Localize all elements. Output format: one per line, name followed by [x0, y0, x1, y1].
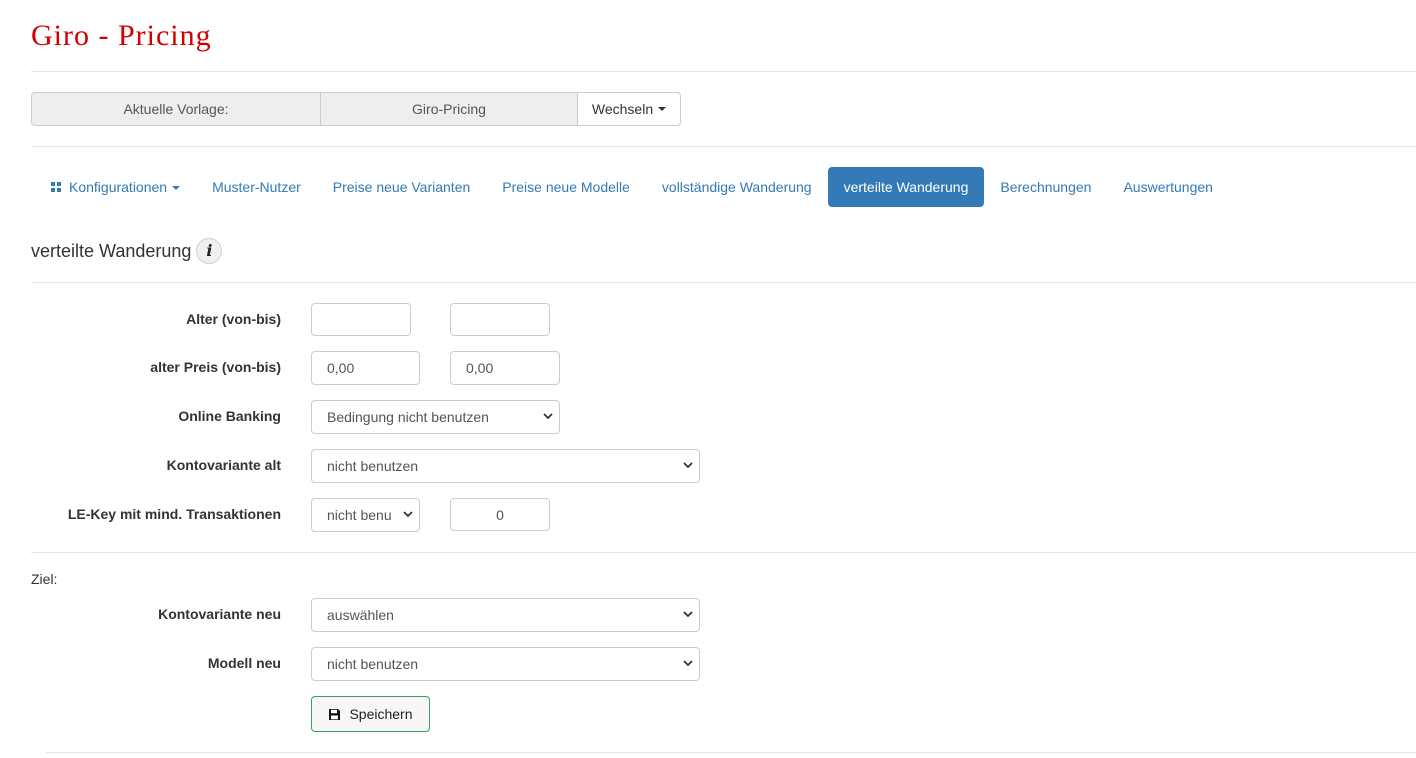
- page-title: verteilte Wanderung i: [31, 238, 223, 264]
- le-key-label: LE-Key mit mind. Transaktionen: [67, 506, 281, 522]
- nav-item-verteilte-wanderung[interactable]: verteilte Wanderung: [827, 167, 985, 207]
- info-icon[interactable]: i: [196, 238, 223, 264]
- age-label: Alter (von-bis): [186, 311, 281, 327]
- age-to-input[interactable]: [450, 303, 550, 336]
- divider: [31, 282, 1416, 283]
- floppy-disk-icon: [328, 708, 341, 721]
- nav-item-auswertungen[interactable]: Auswertungen: [1107, 167, 1229, 207]
- chevron-down-icon: [683, 461, 693, 469]
- le-key-transactions-input[interactable]: 0: [450, 498, 550, 531]
- divider: [31, 552, 1416, 553]
- age-from-input[interactable]: [311, 303, 411, 336]
- caret-down-icon: [658, 107, 667, 111]
- le-key-select-value: nicht benu: [327, 507, 392, 523]
- old-price-to-input[interactable]: 0,00: [450, 351, 560, 385]
- nav-item-berechnungen[interactable]: Berechnungen: [984, 167, 1107, 207]
- caret-down-icon: [172, 186, 181, 191]
- divider: [46, 752, 1416, 753]
- nav-item-preise-neue-varianten[interactable]: Preise neue Varianten: [317, 167, 487, 207]
- nav-item-preise-neue-modelle[interactable]: Preise neue Modelle: [486, 167, 646, 207]
- template-label: Aktuelle Vorlage:: [31, 92, 321, 126]
- account-variant-new-select[interactable]: auswählen: [311, 598, 700, 632]
- account-variant-old-label: Kontovariante alt: [166, 457, 281, 473]
- model-new-select[interactable]: nicht benutzen: [311, 647, 700, 681]
- nav-item-label: Konfigurationen: [69, 179, 168, 195]
- switch-template-label: Wechseln: [591, 101, 654, 117]
- divider: [31, 71, 1416, 72]
- online-banking-value: Bedingung nicht benutzen: [327, 409, 489, 425]
- online-banking-select[interactable]: Bedingung nicht benutzen: [311, 400, 560, 434]
- main-nav: Konfigurationen Muster-Nutzer Preise neu…: [31, 167, 1229, 207]
- save-button[interactable]: Speichern: [311, 696, 430, 732]
- chevron-down-icon: [543, 412, 553, 420]
- chevron-down-icon: [683, 659, 693, 667]
- nav-item-muster-nutzer[interactable]: Muster-Nutzer: [196, 167, 317, 207]
- old-price-from-input[interactable]: 0,00: [311, 351, 420, 385]
- chevron-down-icon: [683, 610, 693, 618]
- le-key-select[interactable]: nicht benu: [311, 498, 420, 532]
- target-heading: Ziel:: [31, 571, 58, 587]
- account-variant-old-select[interactable]: nicht benutzen: [311, 449, 700, 483]
- old-price-label: alter Preis (von-bis): [150, 359, 281, 375]
- account-variant-new-value: auswählen: [327, 607, 394, 623]
- account-variant-old-value: nicht benutzen: [327, 458, 419, 474]
- model-new-label: Modell neu: [207, 655, 281, 671]
- online-banking-label: Online Banking: [178, 408, 281, 424]
- template-value: Giro-Pricing: [320, 92, 578, 126]
- switch-template-button[interactable]: Wechseln: [577, 92, 681, 126]
- nav-item-konfigurationen[interactable]: Konfigurationen: [31, 167, 196, 207]
- page-title-text: verteilte Wanderung: [31, 241, 192, 261]
- chevron-down-icon: [403, 510, 413, 518]
- account-variant-new-label: Kontovariante neu: [158, 606, 281, 622]
- app-title: Giro - Pricing: [31, 19, 212, 52]
- nav-item-vollstaendige-wanderung[interactable]: vollständige Wanderung: [646, 167, 828, 207]
- model-new-value: nicht benutzen: [327, 656, 419, 672]
- grid-icon: [51, 182, 61, 193]
- divider: [31, 146, 1416, 147]
- save-button-label: Speichern: [349, 706, 413, 722]
